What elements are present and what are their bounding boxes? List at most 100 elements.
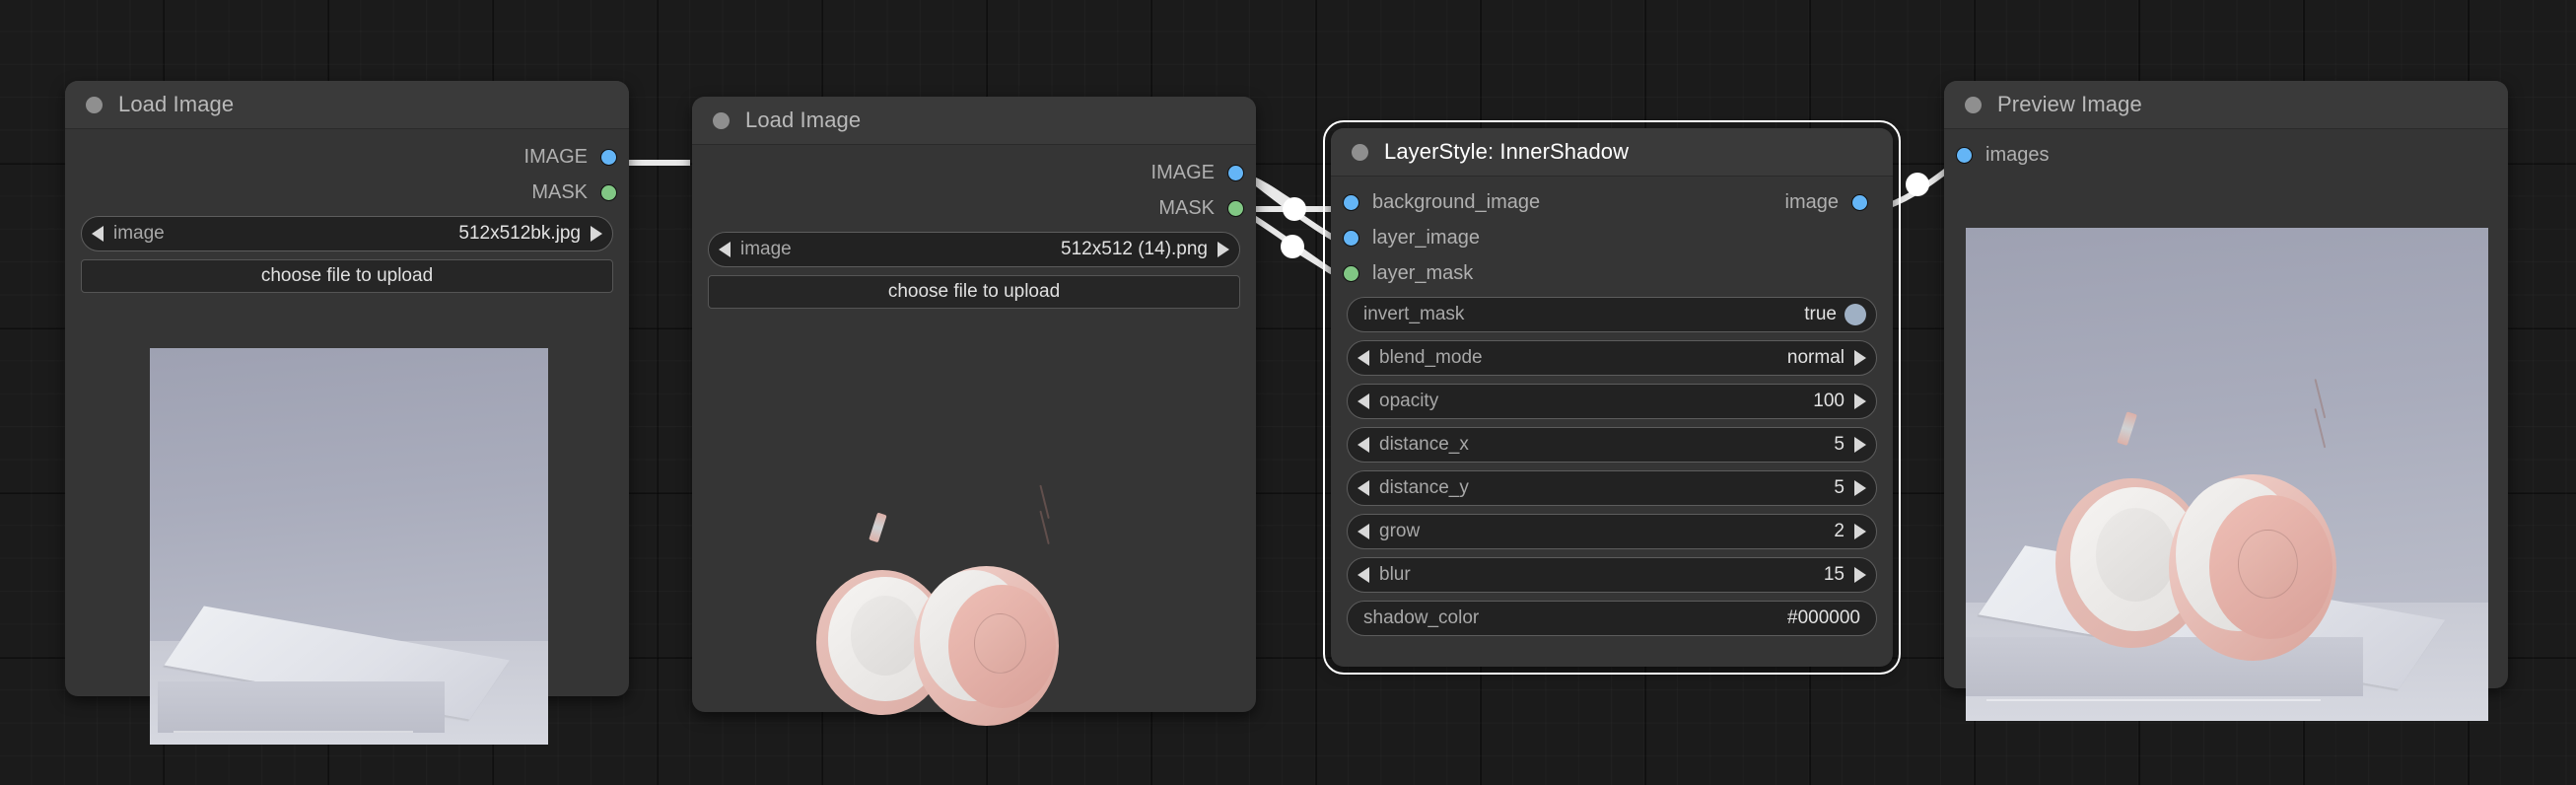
image-slot-dot-icon[interactable]	[1956, 146, 1973, 164]
output-slot-mask[interactable]: MASK	[692, 190, 1256, 226]
node-title-text: LayerStyle: InnerShadow	[1384, 139, 1630, 164]
choose-file-to-upload-button[interactable]: choose file to upload	[708, 275, 1240, 309]
chevron-left-icon[interactable]	[92, 226, 104, 242]
output-slot-label: IMAGE	[523, 145, 588, 168]
widget-value: normal	[1786, 347, 1845, 368]
chevron-right-icon[interactable]	[1854, 437, 1866, 453]
image-slot-dot-icon[interactable]	[1227, 164, 1244, 181]
widget-value: #000000	[1787, 607, 1860, 628]
node-title-bar[interactable]: Load Image	[65, 81, 629, 129]
chevron-left-icon[interactable]	[719, 242, 731, 257]
input-slot-label: background_image	[1372, 190, 1541, 213]
mask-slot-dot-icon[interactable]	[1227, 199, 1244, 217]
input-slot-layer-mask[interactable]: layer_mask	[1331, 255, 1893, 291]
podium-front-face	[158, 680, 445, 733]
node-title-bar[interactable]: Load Image	[692, 97, 1256, 145]
widget-value: 15	[1823, 564, 1845, 585]
node-title-text: Load Image	[745, 107, 862, 132]
image-slot-dot-icon[interactable]	[600, 148, 617, 166]
input-slot-layer-image[interactable]: layer_image	[1331, 220, 1893, 255]
headphones-graphic	[806, 378, 1122, 741]
widget-value: 5	[1834, 477, 1845, 498]
widget-label: distance_x	[1379, 434, 1469, 455]
widget-grow-number[interactable]: grow 2	[1347, 514, 1877, 549]
widget-value: 100	[1813, 391, 1845, 411]
node-load-image-1[interactable]: Load Image IMAGE MASK image 512x512bk.jp…	[65, 81, 629, 745]
image-output-dot-icon[interactable]	[1851, 193, 1868, 211]
input-slot-label: layer_image	[1372, 226, 1480, 249]
headphones-graphic-composited	[2045, 253, 2409, 678]
input-slot-label: layer_mask	[1372, 261, 1474, 284]
output-slot-label: MASK	[1158, 196, 1215, 219]
chevron-right-icon[interactable]	[1854, 567, 1866, 583]
image-preview-result[interactable]	[1966, 228, 2488, 721]
output-slot-label: image	[1784, 190, 1839, 213]
widget-distance-x-number[interactable]: distance_x 5	[1347, 427, 1877, 463]
widget-shadow-color-text[interactable]: shadow_color #000000	[1347, 601, 1877, 636]
widget-blur-number[interactable]: blur 15	[1347, 557, 1877, 593]
output-slot-mask[interactable]: MASK	[65, 175, 629, 210]
choose-file-to-upload-button[interactable]: choose file to upload	[81, 259, 613, 293]
input-slot-background-image[interactable]: background_image image	[1331, 184, 1893, 220]
collapse-dot-icon[interactable]	[86, 96, 103, 113]
collapse-dot-icon[interactable]	[1965, 96, 1982, 113]
widget-label: grow	[1379, 521, 1421, 541]
node-body: IMAGE MASK image 512x512bk.jpg choose fi…	[65, 129, 629, 745]
chevron-right-icon[interactable]	[1854, 480, 1866, 496]
widget-value: 5	[1834, 434, 1845, 455]
widget-blend-mode-combo[interactable]: blend_mode normal	[1347, 340, 1877, 376]
widget-distance-y-number[interactable]: distance_y 5	[1347, 470, 1877, 506]
widget-label: image	[113, 223, 165, 244]
earcup-left-pad	[850, 595, 921, 676]
collapse-dot-icon[interactable]	[1352, 143, 1368, 161]
widget-value: 2	[1834, 521, 1845, 541]
mask-slot-dot-icon[interactable]	[600, 183, 617, 201]
image-slot-dot-icon[interactable]	[1343, 229, 1359, 247]
node-title-bar[interactable]: Preview Image	[1944, 81, 2508, 129]
chevron-left-icon[interactable]	[1358, 524, 1369, 539]
input-slot-label: images	[1985, 143, 2050, 166]
node-preview-image[interactable]: Preview Image images	[1944, 81, 2508, 721]
node-title-bar[interactable]: LayerStyle: InnerShadow	[1331, 128, 1893, 177]
widget-opacity-number[interactable]: opacity 100	[1347, 384, 1877, 419]
image-slot-dot-icon[interactable]	[1343, 193, 1359, 211]
chevron-right-icon[interactable]	[591, 226, 602, 242]
chevron-left-icon[interactable]	[1358, 567, 1369, 583]
button-label: choose file to upload	[260, 265, 434, 286]
widget-label: image	[740, 239, 792, 259]
collapse-dot-icon[interactable]	[713, 111, 730, 129]
chevron-left-icon[interactable]	[1358, 393, 1369, 409]
widget-image-combo[interactable]: image 512x512 (14).png	[708, 232, 1240, 267]
chevron-left-icon[interactable]	[1358, 437, 1369, 453]
output-slot-image[interactable]: IMAGE	[65, 139, 629, 175]
node-body: background_image image layer_image layer…	[1331, 177, 1893, 636]
widget-invert-mask-toggle[interactable]: invert_mask true	[1347, 297, 1877, 332]
node-title-text: Preview Image	[1997, 92, 2142, 116]
node-body: IMAGE MASK image 512x512 (14).png choose…	[692, 145, 1256, 727]
mask-slot-dot-icon[interactable]	[1343, 264, 1359, 282]
node-load-image-2[interactable]: Load Image IMAGE MASK image 512x512 (14)…	[692, 97, 1256, 727]
image-preview-headphones[interactable]	[777, 364, 1175, 760]
image-preview-podium[interactable]	[150, 348, 548, 745]
button-label: choose file to upload	[887, 281, 1061, 302]
node-body: images	[1944, 129, 2508, 721]
node-title-text: Load Image	[118, 92, 235, 116]
input-slot-images[interactable]: images	[1944, 137, 2508, 173]
widget-label: opacity	[1379, 391, 1439, 411]
widget-image-combo[interactable]: image 512x512bk.jpg	[81, 216, 613, 251]
chevron-right-icon[interactable]	[1854, 350, 1866, 366]
output-slot-label: MASK	[531, 180, 588, 203]
earcup-right-logo	[973, 613, 1026, 675]
chevron-right-icon[interactable]	[1218, 242, 1229, 257]
chevron-right-icon[interactable]	[1854, 524, 1866, 539]
toggle-knob-icon[interactable]	[1845, 304, 1866, 325]
podium-scene-graphic	[150, 348, 548, 745]
node-layerstyle-innershadow[interactable]: LayerStyle: InnerShadow background_image…	[1323, 120, 1901, 675]
floor-highlight	[1986, 698, 2322, 701]
chevron-left-icon[interactable]	[1358, 350, 1369, 366]
chevron-right-icon[interactable]	[1854, 393, 1866, 409]
widget-label: blur	[1379, 564, 1411, 585]
earcup-left-pad	[2095, 508, 2177, 602]
output-slot-image[interactable]: IMAGE	[692, 155, 1256, 190]
chevron-left-icon[interactable]	[1358, 480, 1369, 496]
